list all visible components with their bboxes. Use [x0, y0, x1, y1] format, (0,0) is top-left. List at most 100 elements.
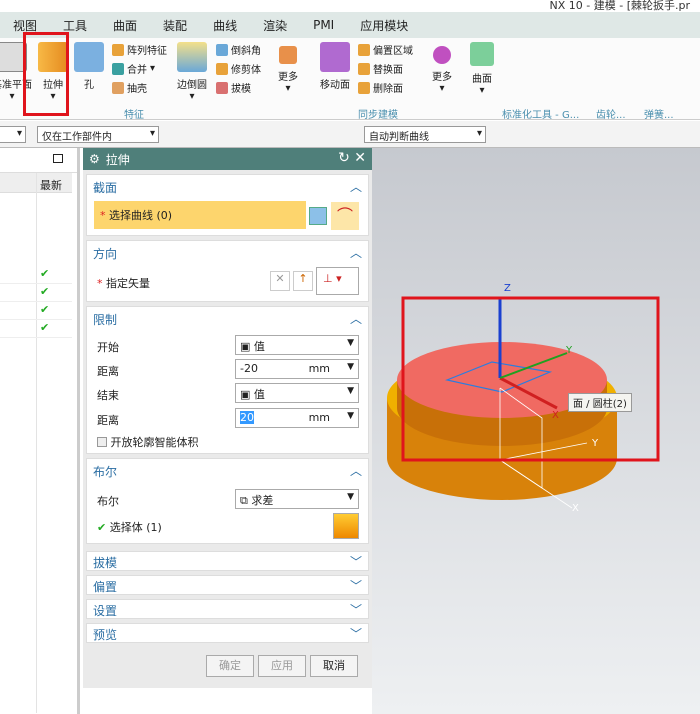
- apply-button[interactable]: 应用: [258, 655, 306, 677]
- hole-label: 孔: [84, 80, 94, 91]
- boolean-select[interactable]: ⧉ 求差 ▼: [235, 489, 359, 509]
- z-label: Z: [504, 283, 511, 294]
- settings-group[interactable]: 设置 ﹀: [86, 599, 369, 619]
- pattern-label: 阵列特征: [127, 46, 167, 57]
- start-distance-value: -20: [240, 362, 258, 375]
- tab-surface[interactable]: 曲面: [100, 17, 150, 34]
- expand-icon: ﹀: [349, 555, 362, 569]
- surface-button[interactable]: 曲面 ▾: [466, 42, 498, 96]
- trim-body-icon: [216, 62, 228, 75]
- settings-title: 设置: [93, 604, 118, 618]
- select-body-icon[interactable]: [333, 513, 359, 539]
- tab-applications[interactable]: 应用模块: [347, 17, 421, 34]
- vector-type-dropdown[interactable]: ⊥ ▾: [316, 267, 359, 295]
- trim-body-button[interactable]: 修剪体: [216, 61, 261, 76]
- end-value: 值: [253, 388, 265, 401]
- direction-group: 方向 ︿ * 指定矢量 ✕ ↑ ⊥ ▾: [86, 240, 369, 302]
- start-label: 开始: [97, 341, 119, 354]
- tab-pmi[interactable]: PMI: [300, 18, 347, 32]
- group-sync-label: 同步建模: [358, 110, 398, 121]
- part-navigator: 最新 ✔ ✔ ✔ ✔: [0, 148, 80, 714]
- draft-label: 拔模: [231, 84, 251, 95]
- collapse-icon[interactable]: ︿: [350, 244, 362, 261]
- start-select[interactable]: ▣ 值 ▼: [235, 335, 359, 355]
- draft-group[interactable]: 拔模 ﹀: [86, 551, 369, 571]
- extrude-dialog: ⚙ 拉伸 ↻ ✕ 截面 ︿ * 选择曲线 (0) ⌒ 方向 ︿ * 指定矢量 ✕ ↑ ⊥…: [83, 148, 372, 688]
- boolean-value: 求差: [251, 494, 274, 507]
- vector-dialog-icon[interactable]: ↑: [293, 271, 313, 291]
- end-distance-input[interactable]: 20 mm ▼: [235, 408, 359, 428]
- group-gear-label: 齿轮...: [596, 110, 626, 121]
- curve-rule-select[interactable]: 自动判断曲线: [364, 126, 486, 143]
- end-select[interactable]: ▣ 值 ▼: [235, 383, 359, 403]
- unite-icon: [112, 62, 124, 75]
- wcs-y-label: Y: [592, 438, 599, 449]
- filter-select[interactable]: [0, 126, 26, 143]
- more-sync-icon: [433, 46, 451, 64]
- tab-curve[interactable]: 曲线: [200, 17, 250, 34]
- tab-tools[interactable]: 工具: [50, 17, 100, 34]
- section-title: 截面: [93, 181, 118, 195]
- more-features-button[interactable]: 更多 ▾: [272, 46, 304, 94]
- replace-face-button[interactable]: 替换面: [358, 61, 403, 76]
- table-row[interactable]: ✔: [0, 284, 72, 302]
- table-row[interactable]: ✔: [0, 320, 72, 338]
- reverse-direction-icon[interactable]: ✕: [270, 271, 290, 291]
- select-curve-field[interactable]: * 选择曲线 (0): [94, 201, 306, 229]
- draft-title: 拔模: [93, 556, 118, 570]
- pattern-feature-button[interactable]: 阵列特征: [112, 42, 167, 57]
- shell-button[interactable]: 抽壳: [112, 80, 147, 95]
- section-group: 截面 ︿ * 选择曲线 (0) ⌒: [86, 174, 369, 236]
- draft-button[interactable]: 拔模: [216, 80, 251, 95]
- group-spring-label: 弹簧...: [644, 110, 674, 121]
- scope-select[interactable]: 仅在工作部件内: [37, 126, 159, 143]
- ok-button[interactable]: 确定: [206, 655, 254, 677]
- limits-title: 限制: [93, 313, 118, 327]
- offset-region-button[interactable]: 偏置区域: [358, 42, 413, 57]
- face-tooltip: 面 / 圆柱(2): [568, 393, 632, 412]
- title-bar: NX 10 - 建模 - [棘轮扳手.pr: [0, 0, 700, 12]
- start-distance-input[interactable]: -20 mm ▼: [235, 359, 359, 379]
- collapse-icon[interactable]: ︿: [350, 310, 362, 327]
- table-row[interactable]: ✔: [0, 302, 72, 320]
- wcs-x-label: X: [572, 503, 579, 514]
- table-row[interactable]: ✔: [0, 266, 72, 284]
- edge-blend-label: 边倒圆: [177, 80, 207, 91]
- gear-icon: ⚙: [89, 152, 100, 166]
- sketch-section-icon[interactable]: [309, 207, 327, 225]
- tab-view[interactable]: 视图: [0, 17, 50, 34]
- move-face-label: 移动面: [320, 80, 350, 91]
- selection-toolbar: 仅在工作部件内 自动判断曲线: [0, 121, 700, 148]
- replace-face-icon: [358, 62, 370, 75]
- hole-button[interactable]: 孔: [74, 42, 104, 91]
- offset-group[interactable]: 偏置 ﹀: [86, 575, 369, 595]
- open-profile-checkbox[interactable]: [97, 437, 107, 447]
- end-distance-label: 距离: [97, 414, 119, 427]
- curve-rule-value: 自动判断曲线: [369, 132, 429, 143]
- delete-face-button[interactable]: 删除面: [358, 80, 403, 95]
- graphics-viewport[interactable]: Z Y X Y X 面 / 圆柱(2): [372, 148, 700, 714]
- chamfer-label: 倒斜角: [231, 46, 261, 57]
- unit-label: mm: [308, 411, 330, 424]
- expand-icon: ﹀: [349, 627, 362, 641]
- shell-label: 抽壳: [127, 84, 147, 95]
- unite-button[interactable]: 合并 ▾: [112, 61, 155, 76]
- chamfer-button[interactable]: 倒斜角: [216, 42, 261, 57]
- unit-label: mm: [308, 362, 330, 375]
- select-body-label: 选择体 (1): [109, 521, 162, 534]
- move-face-button[interactable]: 移动面: [316, 42, 354, 91]
- open-profile-label: 开放轮廓智能体积: [110, 436, 199, 449]
- tab-render[interactable]: 渲染: [250, 17, 300, 34]
- preview-group[interactable]: 预览 ﹀: [86, 623, 369, 643]
- more-sync-button[interactable]: 更多 ▾: [426, 46, 458, 94]
- curve-icon[interactable]: ⌒: [331, 202, 359, 230]
- collapse-icon[interactable]: ︿: [350, 178, 362, 195]
- column-latest: 最新: [40, 179, 62, 192]
- cancel-button[interactable]: 取消: [310, 655, 358, 677]
- maximize-icon[interactable]: [53, 154, 63, 163]
- tab-assembly[interactable]: 装配: [150, 17, 200, 34]
- collapse-icon[interactable]: ︿: [350, 462, 362, 479]
- close-icon[interactable]: ✕: [354, 150, 366, 166]
- edge-blend-button[interactable]: 边倒圆 ▾: [174, 42, 210, 102]
- reset-icon[interactable]: ↻: [338, 150, 350, 166]
